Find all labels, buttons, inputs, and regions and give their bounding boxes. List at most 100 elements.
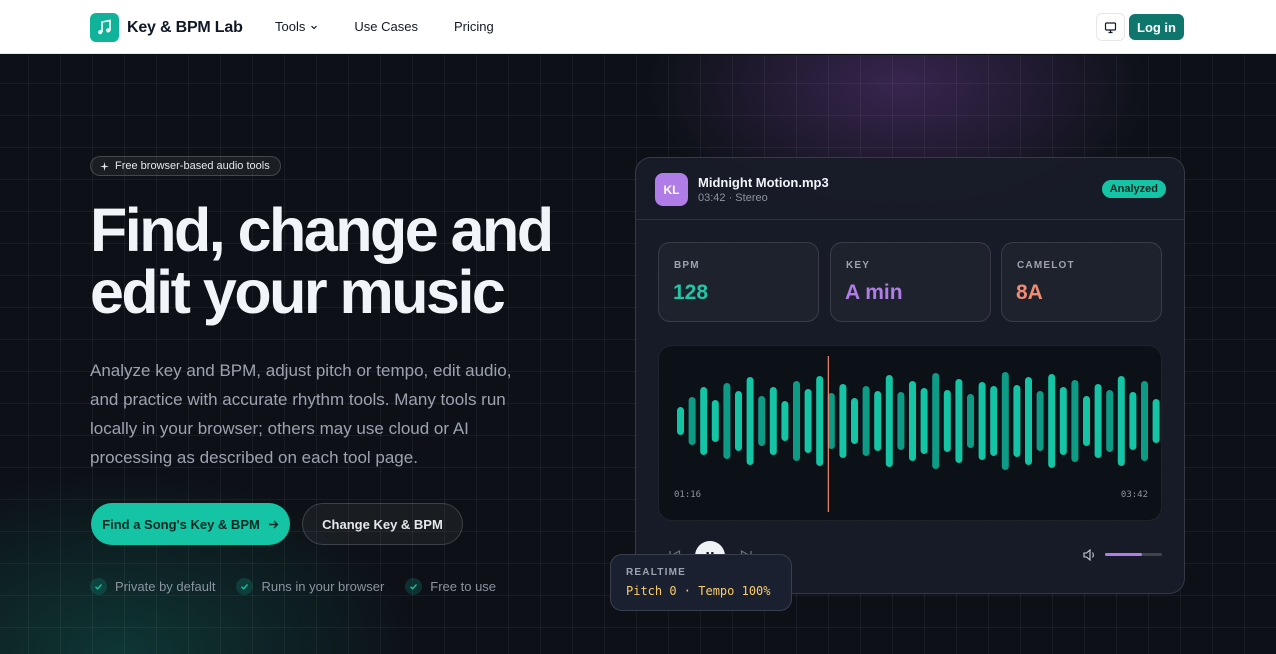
waveform-bar bbox=[920, 388, 928, 454]
waveform-bar bbox=[1071, 380, 1079, 462]
waveform-bar bbox=[862, 386, 870, 456]
waveform-bar bbox=[793, 381, 800, 461]
volume-icon bbox=[1083, 549, 1094, 561]
waveform-bar bbox=[909, 381, 916, 461]
headline-line-1: Find, change and bbox=[90, 196, 554, 264]
feature-item: Free to use bbox=[405, 578, 496, 595]
hero-badge-text: Free browser-based audio tools bbox=[115, 160, 270, 172]
chevron-down-icon bbox=[311, 25, 318, 29]
feature-list: Private by default Runs in your browser … bbox=[90, 578, 496, 595]
waveform-bar bbox=[1094, 384, 1102, 458]
music-note-icon bbox=[90, 13, 119, 42]
waveform-bar bbox=[967, 394, 974, 448]
waveform-bar bbox=[1117, 376, 1125, 466]
waveform-bar bbox=[804, 389, 812, 453]
volume-slider[interactable] bbox=[1105, 553, 1162, 556]
player-card: KL Midnight Motion.mp3 03:42 · Stereo An… bbox=[635, 157, 1185, 594]
headline-line-2: edit your music bbox=[90, 258, 506, 326]
waveform-bar bbox=[1106, 390, 1114, 452]
login-button[interactable]: Log in bbox=[1129, 14, 1184, 40]
waveform-bar bbox=[897, 392, 905, 450]
hero-headline: Find, change and edit your music bbox=[90, 199, 610, 323]
waveform-bar bbox=[943, 390, 951, 452]
waveform-bar bbox=[1036, 391, 1044, 451]
main-nav: Tools Use Cases Pricing bbox=[275, 19, 494, 34]
feature-label: Private by default bbox=[115, 579, 216, 594]
volume-button[interactable] bbox=[1082, 547, 1098, 563]
nav-tools[interactable]: Tools bbox=[275, 19, 318, 34]
waveform-bar bbox=[1048, 374, 1056, 468]
waveform-bar bbox=[932, 373, 940, 469]
stat-camelot: CAMELOT 8A bbox=[1001, 242, 1162, 322]
find-key-bpm-button[interactable]: Find a Song's Key & BPM bbox=[91, 503, 290, 545]
waveform-bar bbox=[758, 396, 766, 446]
time-current: 01:16 bbox=[674, 490, 702, 500]
top-navbar: Key & BPM Lab Tools Use Cases Pricing Lo… bbox=[0, 0, 1276, 54]
waveform-bar bbox=[874, 391, 882, 451]
waveform-bar bbox=[1013, 385, 1021, 457]
check-icon bbox=[405, 578, 423, 595]
realtime-value: Pitch 0 · Tempo 100% bbox=[626, 584, 771, 598]
brand-name: Key & BPM Lab bbox=[127, 18, 243, 36]
waveform-bar bbox=[885, 375, 893, 467]
display-mode-button[interactable] bbox=[1096, 13, 1125, 41]
nav-pricing[interactable]: Pricing bbox=[454, 19, 494, 34]
realtime-panel: REALTIME Pitch 0 · Tempo 100% bbox=[610, 554, 792, 611]
find-key-bpm-label: Find a Song's Key & BPM bbox=[102, 516, 260, 532]
stat-value: 8A bbox=[1016, 281, 1043, 304]
check-icon bbox=[90, 578, 107, 595]
waveform-bar bbox=[700, 387, 708, 455]
card-divider bbox=[636, 219, 1184, 220]
waveform-bar bbox=[978, 382, 986, 460]
arrow-right-icon bbox=[268, 520, 279, 528]
feature-label: Free to use bbox=[430, 579, 497, 594]
waveform-bar bbox=[735, 391, 742, 451]
check-icon bbox=[236, 578, 254, 595]
avatar: KL bbox=[655, 173, 688, 206]
hero-badge: Free browser-based audio tools bbox=[90, 156, 281, 176]
stat-value: 128 bbox=[673, 281, 709, 304]
waveform-bar bbox=[677, 407, 684, 435]
waveform-bar bbox=[1025, 377, 1032, 465]
waveform-bar bbox=[1141, 381, 1148, 461]
status-badge: Analyzed bbox=[1101, 180, 1166, 198]
stat-label: BPM bbox=[674, 260, 700, 271]
waveform-bar bbox=[723, 383, 731, 459]
stat-value: A min bbox=[845, 281, 903, 304]
brand-logo[interactable]: Key & BPM Lab bbox=[90, 13, 243, 42]
stat-label: CAMELOT bbox=[1017, 260, 1075, 271]
waveform-bar bbox=[839, 384, 847, 458]
volume-level bbox=[1105, 553, 1143, 556]
waveform-bar bbox=[1129, 392, 1137, 450]
time-total: 03:42 bbox=[1120, 490, 1148, 500]
stat-label: KEY bbox=[846, 260, 871, 271]
waveform-bar bbox=[781, 401, 789, 441]
nav-tools-label: Tools bbox=[275, 19, 306, 34]
waveform-bar bbox=[1001, 372, 1009, 470]
waveform-bar bbox=[851, 398, 858, 444]
monitor-icon bbox=[1104, 21, 1117, 33]
waveform-bar bbox=[746, 377, 754, 465]
waveform-bar bbox=[688, 397, 696, 445]
hero-subtext: Analyze key and BPM, adjust pitch or tem… bbox=[90, 361, 512, 467]
stat-bpm: BPM 128 bbox=[658, 242, 819, 322]
waveform-bar bbox=[711, 400, 719, 442]
file-meta: 03:42 · Stereo bbox=[698, 192, 768, 204]
sparkle-icon bbox=[100, 161, 109, 171]
change-key-bpm-button[interactable]: Change Key & BPM bbox=[302, 503, 463, 545]
waveform-bar bbox=[990, 386, 998, 456]
file-name: Midnight Motion.mp3 bbox=[698, 175, 829, 190]
feature-item: Runs in your browser bbox=[236, 578, 384, 595]
waveform-bar bbox=[769, 387, 777, 455]
waveform-bar bbox=[1083, 396, 1090, 446]
waveform-bar bbox=[1059, 387, 1067, 455]
feature-item: Private by default bbox=[90, 578, 215, 595]
waveform-panel[interactable]: 01:16 03:42 bbox=[658, 345, 1162, 521]
waveform-bar bbox=[816, 376, 824, 466]
waveform-bar bbox=[955, 379, 963, 463]
stat-key: KEY A min bbox=[830, 242, 991, 322]
hero-section: Free browser-based audio tools Find, cha… bbox=[0, 55, 1276, 654]
waveform-bar bbox=[1152, 399, 1160, 443]
realtime-label: REALTIME bbox=[626, 567, 686, 578]
nav-use-cases[interactable]: Use Cases bbox=[354, 19, 418, 34]
